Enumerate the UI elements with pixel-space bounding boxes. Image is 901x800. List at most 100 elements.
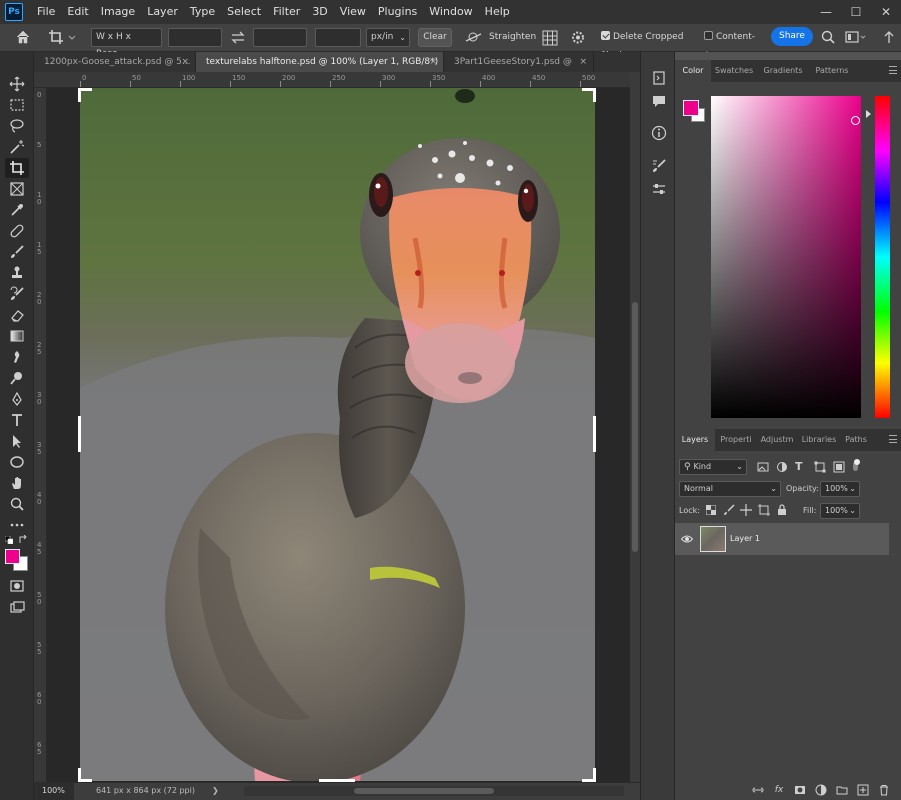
menu-layer[interactable]: Layer — [141, 0, 184, 24]
magic-wand-tool-icon[interactable] — [5, 137, 29, 157]
hue-slider-arrow[interactable] — [866, 110, 871, 118]
group-icon[interactable] — [835, 783, 849, 797]
eyedropper-tool-icon[interactable] — [5, 200, 29, 220]
tab-paths[interactable]: Paths — [841, 429, 871, 451]
mask-icon[interactable] — [793, 783, 807, 797]
swap-icon[interactable] — [230, 28, 246, 47]
horizontal-scroll-thumb[interactable] — [354, 788, 494, 794]
tab-color[interactable]: Color — [675, 60, 711, 82]
marquee-tool-icon[interactable] — [5, 95, 29, 115]
filter-adjustment-icon[interactable] — [776, 461, 788, 473]
color-picker-field[interactable] — [711, 96, 861, 418]
brush-settings-icon[interactable] — [649, 156, 669, 176]
lock-position-icon[interactable] — [740, 504, 752, 516]
ellipse-tool-icon[interactable] — [5, 452, 29, 472]
tab-goose-attack[interactable]: 1200px-Goose_attack.psd @ 5... × — [34, 52, 196, 72]
menu-select[interactable]: Select — [221, 0, 267, 24]
hand-tool-icon[interactable] — [5, 473, 29, 493]
move-tool-icon[interactable] — [5, 74, 29, 94]
crop-width-input[interactable] — [168, 28, 222, 47]
unit-select[interactable]: px/in ⌄ — [366, 28, 410, 47]
delete-cropped-pixels-option[interactable]: Delete Cropped Pixels — [601, 28, 701, 61]
pen-tool-icon[interactable] — [5, 389, 29, 409]
stamp-tool-icon[interactable] — [5, 263, 29, 283]
menu-help[interactable]: Help — [479, 0, 516, 24]
color-panel-foreground-swatch[interactable] — [683, 100, 699, 116]
comments-panel-icon[interactable] — [649, 91, 669, 111]
canvas-area[interactable] — [47, 88, 630, 782]
trash-icon[interactable] — [877, 783, 891, 797]
panel-menu-icon[interactable] — [889, 66, 897, 74]
opacity-input[interactable]: 100% ⌄ — [820, 481, 860, 497]
menu-plugins[interactable]: Plugins — [372, 0, 423, 24]
more-tools-icon[interactable] — [5, 515, 29, 535]
menu-file[interactable]: File — [31, 0, 61, 24]
share-button[interactable]: Share — [771, 27, 813, 46]
maximize-button[interactable]: ☐ — [841, 5, 871, 19]
crop-ratio-select[interactable]: W x H x Reso...⌄ — [91, 28, 162, 59]
content-aware-checkbox[interactable] — [704, 31, 713, 40]
color-picker-cursor[interactable] — [851, 116, 860, 125]
tab-swatches[interactable]: Swatches — [711, 60, 757, 82]
brush-tool-icon[interactable] — [5, 242, 29, 262]
history-panel-icon[interactable] — [649, 68, 669, 88]
link-icon[interactable] — [751, 783, 765, 797]
clear-button[interactable]: Clear — [418, 28, 452, 47]
crop-height-input[interactable] — [253, 28, 307, 47]
menu-filter[interactable]: Filter — [267, 0, 306, 24]
crop-resolution-input[interactable] — [315, 28, 361, 47]
hue-slider[interactable] — [875, 96, 890, 418]
lock-pixels-icon[interactable] — [723, 504, 735, 516]
lasso-tool-icon[interactable] — [5, 116, 29, 136]
swap-colors-icon[interactable] — [18, 535, 28, 545]
close-window-button[interactable]: ✕ — [871, 5, 901, 19]
delete-cropped-checkbox[interactable] — [601, 31, 610, 40]
filter-smart-object-icon[interactable] — [833, 461, 845, 473]
dodge-tool-icon[interactable] — [5, 368, 29, 388]
tab-geese-story[interactable]: 3Part1GeeseStory1.psd @ 66....× — [444, 52, 594, 87]
tab-gradients[interactable]: Gradients — [757, 60, 809, 82]
zoom-tool-icon[interactable] — [5, 494, 29, 514]
smudge-tool-icon[interactable] — [5, 347, 29, 367]
filter-shape-icon[interactable] — [814, 461, 826, 473]
crop-preset-icon[interactable] — [48, 28, 78, 47]
path-selection-tool-icon[interactable] — [5, 431, 29, 451]
tab-libraries[interactable]: Libraries — [797, 429, 841, 451]
zoom-level-field[interactable]: 100% — [34, 782, 74, 800]
crop-tool-icon[interactable] — [5, 158, 29, 178]
layer-filter-select[interactable]: ⚲ Kind ⌄ — [679, 459, 747, 475]
filter-type-icon[interactable]: T — [795, 460, 807, 473]
menu-edit[interactable]: Edit — [61, 0, 94, 24]
tab-adjustments[interactable]: Adjustm — [757, 429, 797, 451]
info-panel-icon[interactable] — [649, 123, 669, 143]
healing-tool-icon[interactable] — [5, 221, 29, 241]
crop-handle-top-right-v[interactable] — [593, 88, 596, 102]
menu-3d[interactable]: 3D — [306, 0, 333, 24]
foreground-color-swatch[interactable] — [5, 549, 20, 564]
goose-photo[interactable] — [80, 88, 595, 781]
fill-input[interactable]: 100% ⌄ — [820, 503, 860, 519]
type-tool-icon[interactable] — [5, 410, 29, 430]
default-colors-icon[interactable] — [5, 536, 13, 544]
gradient-tool-icon[interactable] — [5, 326, 29, 346]
new-layer-icon[interactable] — [856, 783, 870, 797]
fx-icon[interactable]: fx — [772, 783, 786, 797]
home-icon[interactable] — [14, 28, 34, 47]
tab-layers[interactable]: Layers — [675, 429, 715, 451]
vertical-scroll-thumb[interactable] — [632, 302, 638, 552]
frame-tool-icon[interactable] — [5, 179, 29, 199]
grid-overlay-icon[interactable] — [542, 28, 560, 47]
adjustments-panel-icon[interactable] — [649, 179, 669, 199]
quick-mask-icon[interactable] — [5, 576, 29, 596]
close-icon[interactable]: × — [429, 52, 437, 72]
menu-type[interactable]: Type — [184, 0, 221, 24]
status-menu-arrow[interactable]: ❯ — [212, 782, 222, 800]
menu-view[interactable]: View — [334, 0, 372, 24]
workspace-icon[interactable] — [845, 28, 867, 47]
blend-mode-select[interactable]: Normal ⌄ — [679, 481, 781, 497]
tab-patterns[interactable]: Patterns — [809, 60, 855, 82]
layer-thumbnail[interactable] — [700, 526, 726, 552]
lock-artboard-icon[interactable] — [758, 504, 770, 516]
menu-image[interactable]: Image — [95, 0, 141, 24]
close-icon[interactable]: × — [181, 52, 189, 72]
